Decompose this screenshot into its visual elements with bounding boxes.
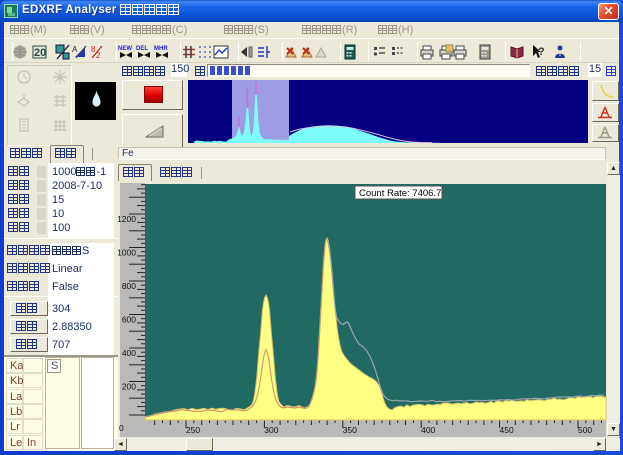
svg-text:450: 450 (500, 425, 514, 435)
svg-text:A: A (72, 45, 78, 54)
svg-text:600: 600 (122, 315, 136, 325)
svg-text:NEW: NEW (118, 46, 132, 52)
svg-text:DEL: DEL (136, 46, 148, 52)
svg-text:Count Rate: 7406.7: Count Rate: 7406.7 (359, 188, 441, 199)
svg-text:350: 350 (343, 425, 357, 435)
svg-text:300: 300 (264, 425, 278, 435)
svg-text:MHR: MHR (154, 46, 168, 52)
svg-text:1000: 1000 (118, 248, 136, 258)
svg-text:800: 800 (122, 281, 136, 291)
svg-text:500: 500 (578, 425, 592, 435)
svg-text:400: 400 (421, 425, 435, 435)
svg-text:20: 20 (34, 47, 46, 59)
svg-text:400: 400 (122, 348, 136, 358)
svg-text:200: 200 (122, 382, 136, 392)
svg-text:250: 250 (186, 425, 200, 435)
svg-text:1200: 1200 (118, 214, 136, 224)
svg-text:?: ? (538, 46, 545, 58)
svg-text:0: 0 (119, 423, 124, 433)
